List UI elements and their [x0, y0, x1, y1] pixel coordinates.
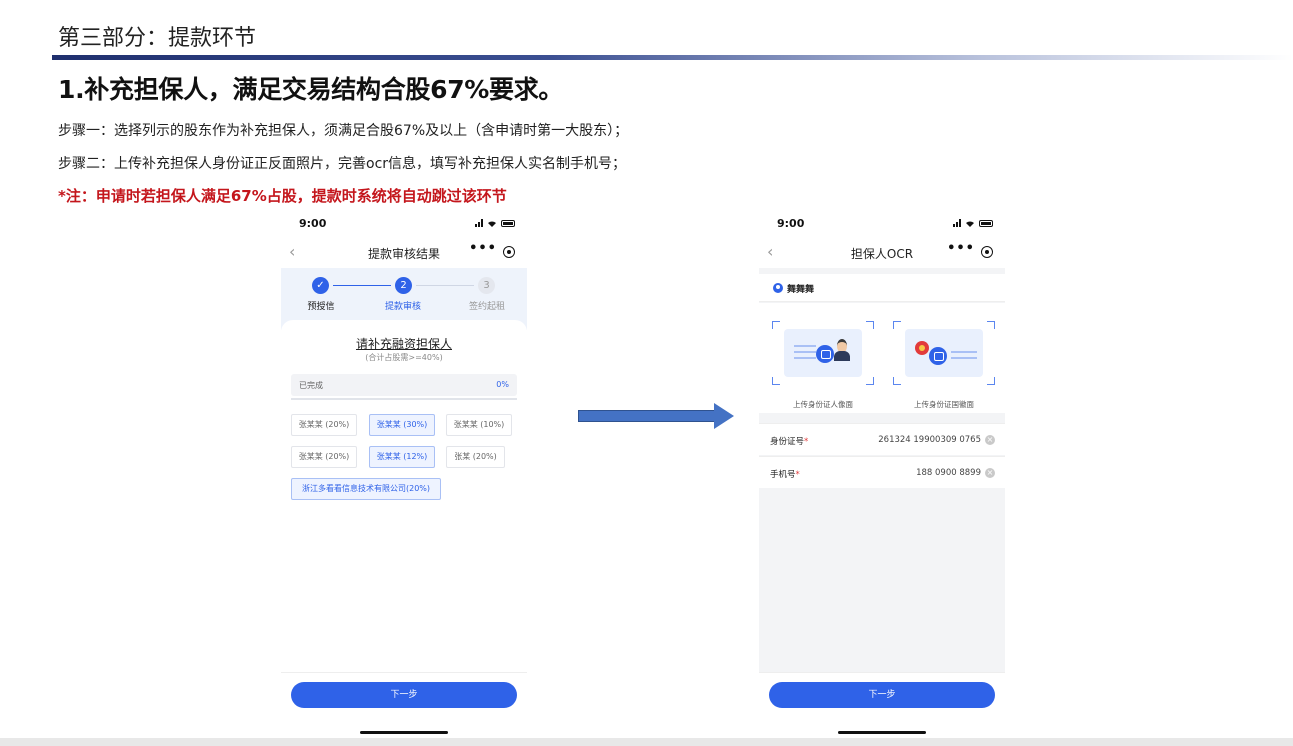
next-step-button[interactable]: 下一步: [769, 682, 995, 708]
frame-corner: [866, 377, 874, 385]
status-bar: 9:00: [759, 210, 1005, 238]
id-front-illustration: [784, 329, 862, 377]
id-card-upload-area: 上传身份证人像面 上传身份证国徽面: [759, 303, 1005, 413]
guarantor-sheet: 请补充融资担保人 (合计占股需>=40%) 已完成 0% 张某某 (20%) 张…: [281, 320, 527, 670]
nav-bar: ‹ 担保人OCR •••: [759, 238, 1005, 268]
completion-label: 已完成: [299, 381, 323, 390]
bottom-action-area: 下一步: [281, 672, 527, 738]
camera-icon: [929, 347, 947, 365]
emblem-icon: [915, 341, 929, 355]
guarantor-header: 舞舞舞: [759, 274, 1005, 302]
shareholder-chip[interactable]: 张某某 (10%): [446, 414, 512, 436]
battery-icon: [501, 219, 515, 227]
phone-withdraw-review: 9:00 ‹ 提款审核结果 ••• ✓ 2 3 预授信 提款审核 签约起租 请补…: [281, 210, 527, 738]
card-lines: [794, 345, 816, 359]
bottom-action-area: 下一步: [759, 672, 1005, 738]
shareholder-chip[interactable]: 张某 (20%): [446, 446, 505, 468]
step-label-3: 签约起租: [468, 302, 505, 312]
headline: 1.补充担保人，满足交易结构合股67%要求。: [58, 75, 564, 104]
step-connector-1: [333, 285, 391, 286]
guarantor-name: 舞舞舞: [787, 285, 815, 295]
arrow-right-icon: [578, 410, 716, 422]
phone-number-value[interactable]: 188 0900 8899: [916, 468, 981, 478]
target-icon[interactable]: [503, 246, 515, 258]
id-number-label: 身份证号*: [770, 437, 809, 447]
frame-corner: [987, 377, 995, 385]
signal-icon: [953, 219, 961, 227]
wifi-icon: [488, 221, 496, 227]
status-time: 9:00: [299, 217, 327, 230]
signal-icon: [475, 219, 483, 227]
step-dot-2: 2: [395, 277, 412, 294]
id-number-field[interactable]: 身份证号* 261324 19900309 0765 ×: [759, 423, 1005, 455]
frame-corner: [893, 377, 901, 385]
completion-row: 已完成 0%: [291, 374, 517, 396]
id-front-caption: 上传身份证人像面: [793, 400, 853, 409]
step-two-text: 步骤二：上传补充担保人身份证正反面照片，完善ocr信息，填写补充担保人实名制手机…: [58, 156, 627, 172]
shareholder-chip-selected[interactable]: 张某某 (12%): [369, 446, 435, 468]
id-back-caption: 上传身份证国徽面: [914, 400, 974, 409]
phone-guarantor-ocr: 9:00 ‹ 担保人OCR ••• 舞舞舞 上传身份证人像面 上传身份证国徽面 …: [759, 210, 1005, 738]
battery-icon: [979, 219, 993, 227]
status-time: 9:00: [777, 217, 805, 230]
footer-band: [0, 738, 1293, 746]
shareholder-chip[interactable]: 张某某 (20%): [291, 446, 357, 468]
completion-percent: 0%: [496, 380, 509, 389]
shareholder-chip-selected[interactable]: 张某某 (30%): [369, 414, 435, 436]
step-dot-3: 3: [478, 277, 495, 294]
flow-arrow: [578, 403, 734, 429]
target-icon[interactable]: [981, 246, 993, 258]
section-title: 第三部分：提款环节: [58, 26, 257, 51]
id-number-value[interactable]: 261324 19900309 0765: [878, 435, 981, 445]
more-icon[interactable]: •••: [947, 241, 975, 256]
phone-number-field[interactable]: 手机号* 188 0900 8899 ×: [759, 456, 1005, 488]
card-lines: [951, 351, 977, 363]
status-icons: [475, 219, 515, 227]
title-divider: [52, 55, 1293, 60]
id-back-upload[interactable]: [893, 321, 995, 385]
user-icon: [773, 283, 783, 293]
frame-corner: [987, 321, 995, 329]
frame-corner: [866, 321, 874, 329]
clear-icon[interactable]: ×: [985, 435, 995, 445]
status-icons: [953, 219, 993, 227]
sheet-subtitle: (合计占股需>=40%): [365, 353, 443, 362]
id-front-upload[interactable]: [772, 321, 874, 385]
more-icon[interactable]: •••: [469, 241, 497, 256]
completion-track: [291, 398, 517, 400]
step-connector-2: [416, 285, 474, 286]
wifi-icon: [966, 221, 974, 227]
frame-corner: [772, 321, 780, 329]
step-dot-1: ✓: [312, 277, 329, 294]
home-indicator: [838, 731, 926, 734]
shareholder-chip[interactable]: 张某某 (20%): [291, 414, 357, 436]
home-indicator: [360, 731, 448, 734]
nav-bar: ‹ 提款审核结果 •••: [281, 238, 527, 268]
frame-corner: [893, 321, 901, 329]
step-label-1: 预授信: [307, 302, 335, 312]
frame-corner: [772, 377, 780, 385]
camera-icon: [816, 345, 834, 363]
status-bar: 9:00: [281, 210, 527, 238]
company-shareholder-chip[interactable]: 浙江多看看信息技术有限公司(20%): [291, 478, 441, 500]
next-step-button[interactable]: 下一步: [291, 682, 517, 708]
id-back-illustration: [905, 329, 983, 377]
note-text: *注：申请时若担保人满足67%占股，提款时系统将自动跳过该环节: [58, 187, 507, 205]
step-one-text: 步骤一：选择列示的股东作为补充担保人，须满足合股67%及以上（含申请时第一大股东…: [58, 123, 629, 139]
clear-icon[interactable]: ×: [985, 468, 995, 478]
portrait-icon: [834, 339, 850, 361]
phone-number-label: 手机号*: [770, 470, 800, 480]
arrow-head: [714, 403, 734, 429]
sheet-title: 请补充融资担保人: [355, 337, 452, 351]
step-label-2: 提款审核: [384, 302, 421, 312]
